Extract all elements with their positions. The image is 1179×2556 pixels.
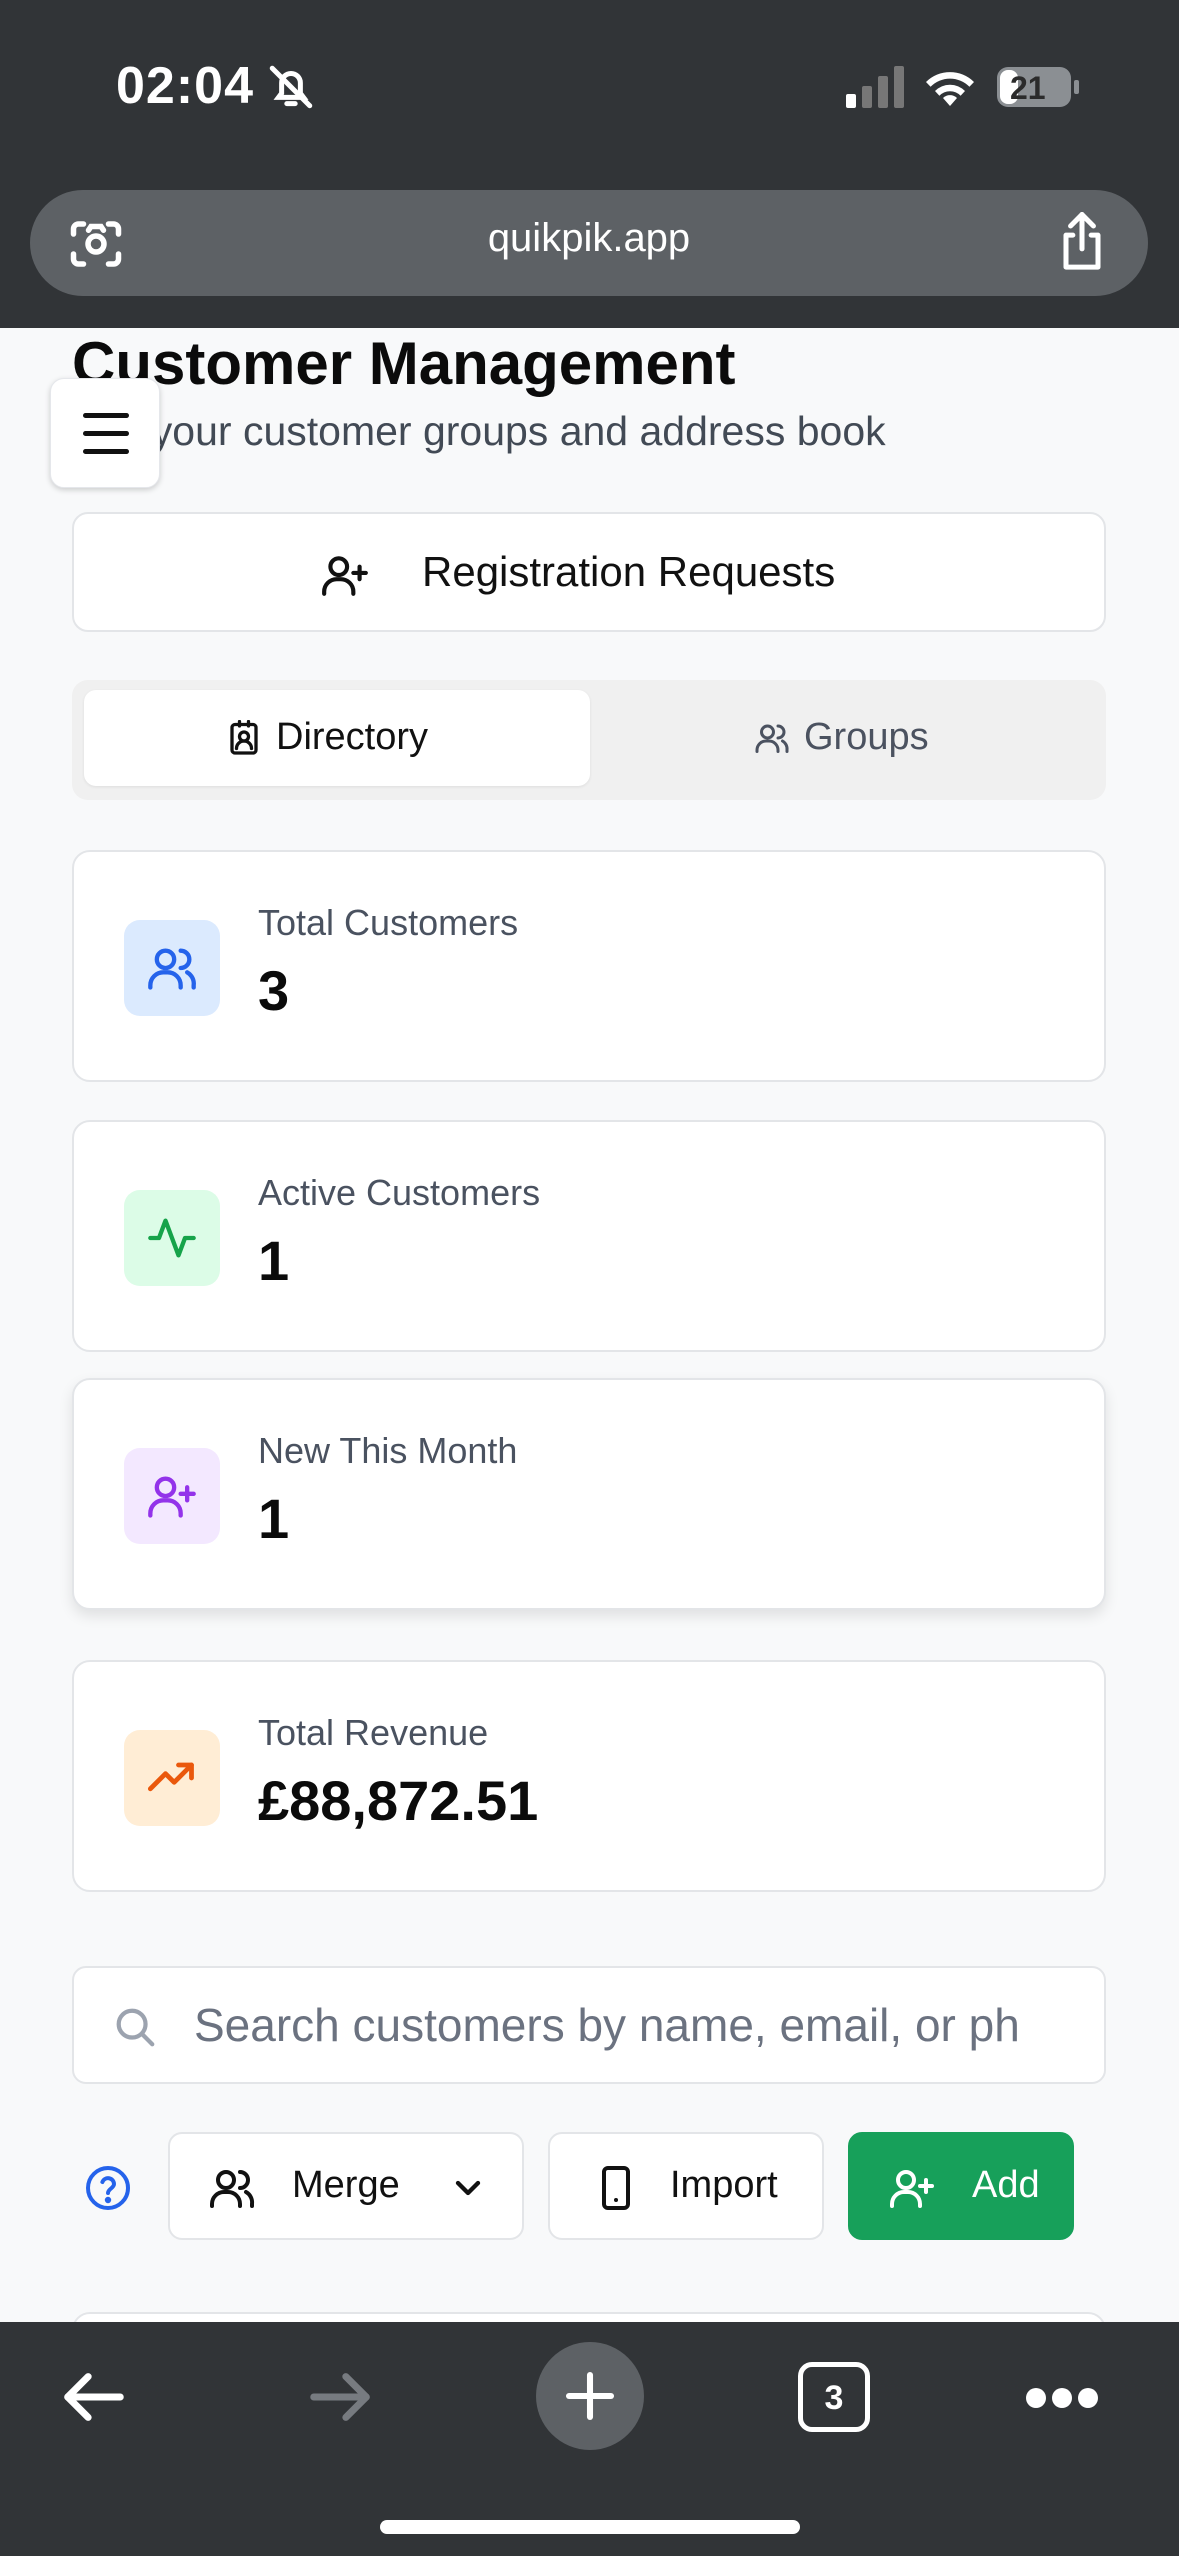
stat-label: New This Month <box>258 1430 518 1471</box>
chevron-down-icon <box>455 2180 481 2196</box>
status-time: 02:04 <box>116 57 254 115</box>
battery-level: 21 <box>1010 70 1046 106</box>
contact-book-icon <box>230 720 258 755</box>
user-plus-icon <box>148 1476 196 1518</box>
stat-badge <box>124 1730 220 1826</box>
activity-icon <box>148 1218 196 1258</box>
stat-label: Total Customers <box>258 902 519 943</box>
browser-top-bar: 02:04 21 quikpik.app <box>0 0 1179 328</box>
search-icon <box>116 2008 155 2047</box>
merge-button[interactable]: Merge <box>168 2132 524 2240</box>
silent-bell-icon <box>269 65 313 109</box>
merge-label: Merge <box>292 2164 400 2206</box>
tab-switcher-button[interactable]: 3 <box>798 2362 870 2432</box>
browser-bottom-bar: 3 <box>0 2322 1179 2556</box>
hamburger-menu-button[interactable] <box>50 378 160 488</box>
stat-value: £88,872.51 <box>258 1769 539 1832</box>
view-tabs: Directory Groups <box>72 680 1106 800</box>
user-plus-icon <box>322 556 368 596</box>
search-input[interactable] <box>194 1992 1094 2058</box>
user-plus-icon <box>890 2170 934 2208</box>
tab-count: 3 <box>824 2379 844 2417</box>
stat-label: Total Revenue <box>258 1712 489 1753</box>
more-icon[interactable] <box>1024 2386 1100 2410</box>
add-label: Add <box>972 2164 1040 2206</box>
home-indicator <box>380 2520 800 2534</box>
plus-icon <box>565 2371 615 2421</box>
stat-badge <box>124 1448 220 1544</box>
stat-label: Active Customers <box>258 1172 541 1213</box>
share-icon[interactable] <box>1054 210 1110 274</box>
customer-search <box>72 1966 1106 2084</box>
trending-up-icon <box>147 1762 194 1792</box>
back-arrow-icon[interactable] <box>56 2362 132 2432</box>
page-subtitle: age your customer groups and address boo… <box>72 408 886 454</box>
stat-value: 1 <box>258 1229 290 1292</box>
stat-card-new-this-month: New This Month 1 <box>72 1378 1106 1610</box>
users-icon <box>755 724 789 753</box>
users-icon <box>210 2170 255 2208</box>
stat-card-active-customers: Active Customers 1 <box>72 1120 1106 1352</box>
help-icon[interactable] <box>84 2164 132 2212</box>
forward-arrow-icon[interactable] <box>302 2362 378 2432</box>
address-bar[interactable]: quikpik.app <box>30 190 1148 296</box>
cell-signal-icon <box>846 66 904 108</box>
registration-requests-button[interactable]: Registration Requests <box>72 512 1106 632</box>
stat-value: 1 <box>258 1487 290 1550</box>
battery-icon: 21 <box>996 66 1080 108</box>
mobile-device-icon <box>602 2166 630 2210</box>
wifi-icon <box>926 72 974 106</box>
add-customer-button[interactable]: Add <box>848 2132 1074 2240</box>
stat-value: 3 <box>258 959 290 1022</box>
stat-badge <box>124 920 220 1016</box>
users-icon <box>148 948 196 990</box>
url-text[interactable]: quikpik.app <box>30 216 1148 261</box>
import-button[interactable]: Import <box>548 2132 824 2240</box>
customer-list-card <box>72 2312 1106 2322</box>
tab-groups[interactable]: Groups <box>590 690 1096 786</box>
stat-badge <box>124 1190 220 1286</box>
import-label: Import <box>670 2164 778 2206</box>
menu-icon <box>83 413 129 418</box>
stat-card-total-customers: Total Customers 3 <box>72 850 1106 1082</box>
tab-directory[interactable]: Directory <box>84 690 590 786</box>
tab-groups-label: Groups <box>804 716 929 758</box>
stat-card-total-revenue: Total Revenue £88,872.51 <box>72 1660 1106 1892</box>
registration-requests-label: Registration Requests <box>422 548 836 595</box>
page-title: Customer Management <box>72 330 736 397</box>
page-content: Customer Management age your customer gr… <box>0 328 1179 2322</box>
tab-directory-label: Directory <box>276 716 429 758</box>
new-tab-button[interactable] <box>536 2342 644 2450</box>
